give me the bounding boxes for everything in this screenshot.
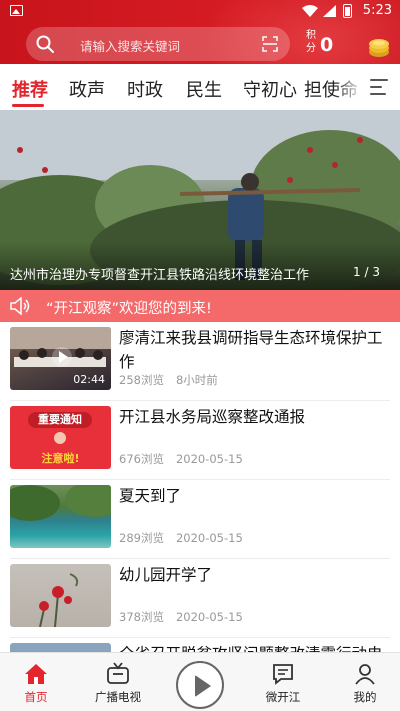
bottom-nav: 首页 广播电视 微开江 我的 bbox=[0, 652, 400, 711]
hand-icon bbox=[54, 432, 66, 444]
app-header: 5:23 请输入搜索关键词 积分 0 bbox=[0, 0, 400, 64]
category-tabs: 推荐 政声 时政 民生 守初心 担使命 bbox=[0, 64, 400, 110]
video-duration: 02:44 bbox=[73, 373, 105, 386]
flower-thumbnail bbox=[10, 564, 111, 627]
banner-pager: 1 / 3 bbox=[353, 265, 380, 279]
person-icon bbox=[355, 664, 375, 685]
announcement-bar[interactable]: “开江观察”欢迎您的到来! bbox=[0, 290, 400, 322]
tab-zhengsheng[interactable]: 政声 bbox=[69, 76, 105, 102]
news-meta: 676浏览 2020-05-15 bbox=[119, 451, 255, 467]
view-count: 378浏览 bbox=[119, 610, 164, 624]
nav-mine[interactable]: 我的 bbox=[325, 653, 400, 711]
publish-time: 2020-05-15 bbox=[175, 610, 243, 624]
tv-icon bbox=[107, 662, 129, 684]
news-title: 廖清江来我县调研指导生态环境保护工作 bbox=[119, 329, 383, 371]
tab-minsheng[interactable]: 民生 bbox=[186, 76, 222, 102]
publish-time: 2020-05-15 bbox=[175, 452, 243, 466]
list-item[interactable]: 02:44 廖清江来我县调研指导生态环境保护工作 258浏览 8小时前 bbox=[0, 322, 400, 401]
battery-icon bbox=[343, 4, 352, 18]
status-bar: 5:23 bbox=[0, 0, 400, 22]
notice-thumbnail: 重要通知 注意啦! bbox=[10, 406, 111, 469]
play-circle-icon[interactable] bbox=[176, 661, 224, 709]
coins-icon[interactable] bbox=[368, 36, 390, 58]
publish-time: 8小时前 bbox=[175, 373, 218, 387]
search-bar[interactable]: 请输入搜索关键词 bbox=[26, 27, 290, 61]
news-title: 开江县水务局巡察整改通报 bbox=[119, 408, 306, 426]
lake-thumbnail bbox=[10, 485, 111, 548]
play-icon bbox=[52, 347, 72, 367]
nav-tv[interactable]: 广播电视 bbox=[78, 653, 158, 711]
nav-mine-label: 我的 bbox=[353, 690, 377, 704]
publish-time: 2020-05-15 bbox=[175, 531, 243, 545]
nav-tv-label: 广播电视 bbox=[95, 690, 141, 704]
scan-icon[interactable] bbox=[262, 36, 278, 52]
active-tab-indicator bbox=[12, 104, 44, 107]
video-thumbnail: 02:44 bbox=[10, 327, 111, 390]
list-item[interactable]: 重要通知 注意啦! 开江县水务局巡察整改通报 676浏览 2020-05-15 bbox=[0, 401, 400, 480]
signal-icon bbox=[323, 5, 336, 17]
wifi-icon bbox=[302, 5, 318, 17]
status-time: 5:23 bbox=[362, 3, 392, 18]
points-label: 积分 bbox=[306, 30, 316, 54]
tab-shouchuxin[interactable]: 守初心 bbox=[243, 76, 297, 102]
search-placeholder[interactable]: 请输入搜索关键词 bbox=[80, 36, 180, 55]
chat-icon bbox=[273, 664, 293, 685]
speaker-icon bbox=[10, 297, 30, 315]
meeting-thumbnail bbox=[10, 643, 111, 652]
list-item[interactable]: 夏天到了 289浏览 2020-05-15 bbox=[0, 480, 400, 559]
tab-shizheng[interactable]: 时政 bbox=[127, 76, 163, 102]
nav-wei-kaijiang-label: 微开江 bbox=[265, 690, 301, 704]
nav-home-label: 首页 bbox=[24, 690, 48, 704]
list-item[interactable]: 全省召开脱贫攻坚问题整改清零行动电 bbox=[0, 638, 400, 652]
news-meta: 289浏览 2020-05-15 bbox=[119, 530, 255, 546]
news-meta: 258浏览 8小时前 bbox=[119, 372, 230, 388]
search-icon bbox=[36, 35, 54, 53]
banner-caption: 达州市治理办专项督查开江县铁路沿线环境整治工作 bbox=[10, 268, 310, 283]
headline-banner[interactable]: 达州市治理办专项督查开江县铁路沿线环境整治工作 1 / 3 bbox=[0, 110, 400, 290]
list-item[interactable]: 幼儿园开学了 378浏览 2020-05-15 bbox=[0, 559, 400, 638]
image-notification-icon bbox=[10, 5, 23, 16]
news-meta: 378浏览 2020-05-15 bbox=[119, 609, 255, 625]
nav-wei-kaijiang[interactable]: 微开江 bbox=[243, 653, 323, 711]
nav-home[interactable]: 首页 bbox=[0, 653, 76, 711]
points-value: 0 bbox=[320, 34, 334, 56]
tab-recommend[interactable]: 推荐 bbox=[12, 76, 48, 102]
thumb-text: 注意啦! bbox=[41, 452, 80, 465]
announcement-text: “开江观察”欢迎您的到来! bbox=[46, 301, 212, 317]
tab-fade bbox=[334, 64, 364, 110]
news-title: 全省召开脱贫攻坚问题整改清零行动电 bbox=[119, 642, 391, 652]
news-title: 夏天到了 bbox=[119, 487, 182, 505]
menu-icon[interactable] bbox=[370, 79, 388, 95]
view-count: 289浏览 bbox=[119, 531, 164, 545]
home-icon bbox=[25, 664, 47, 684]
thumb-badge: 重要通知 bbox=[28, 412, 92, 428]
news-title: 幼儿园开学了 bbox=[119, 566, 213, 584]
view-count: 676浏览 bbox=[119, 452, 164, 466]
news-list: 02:44 廖清江来我县调研指导生态环境保护工作 258浏览 8小时前 重要通知 … bbox=[0, 322, 400, 652]
view-count: 258浏览 bbox=[119, 373, 164, 387]
